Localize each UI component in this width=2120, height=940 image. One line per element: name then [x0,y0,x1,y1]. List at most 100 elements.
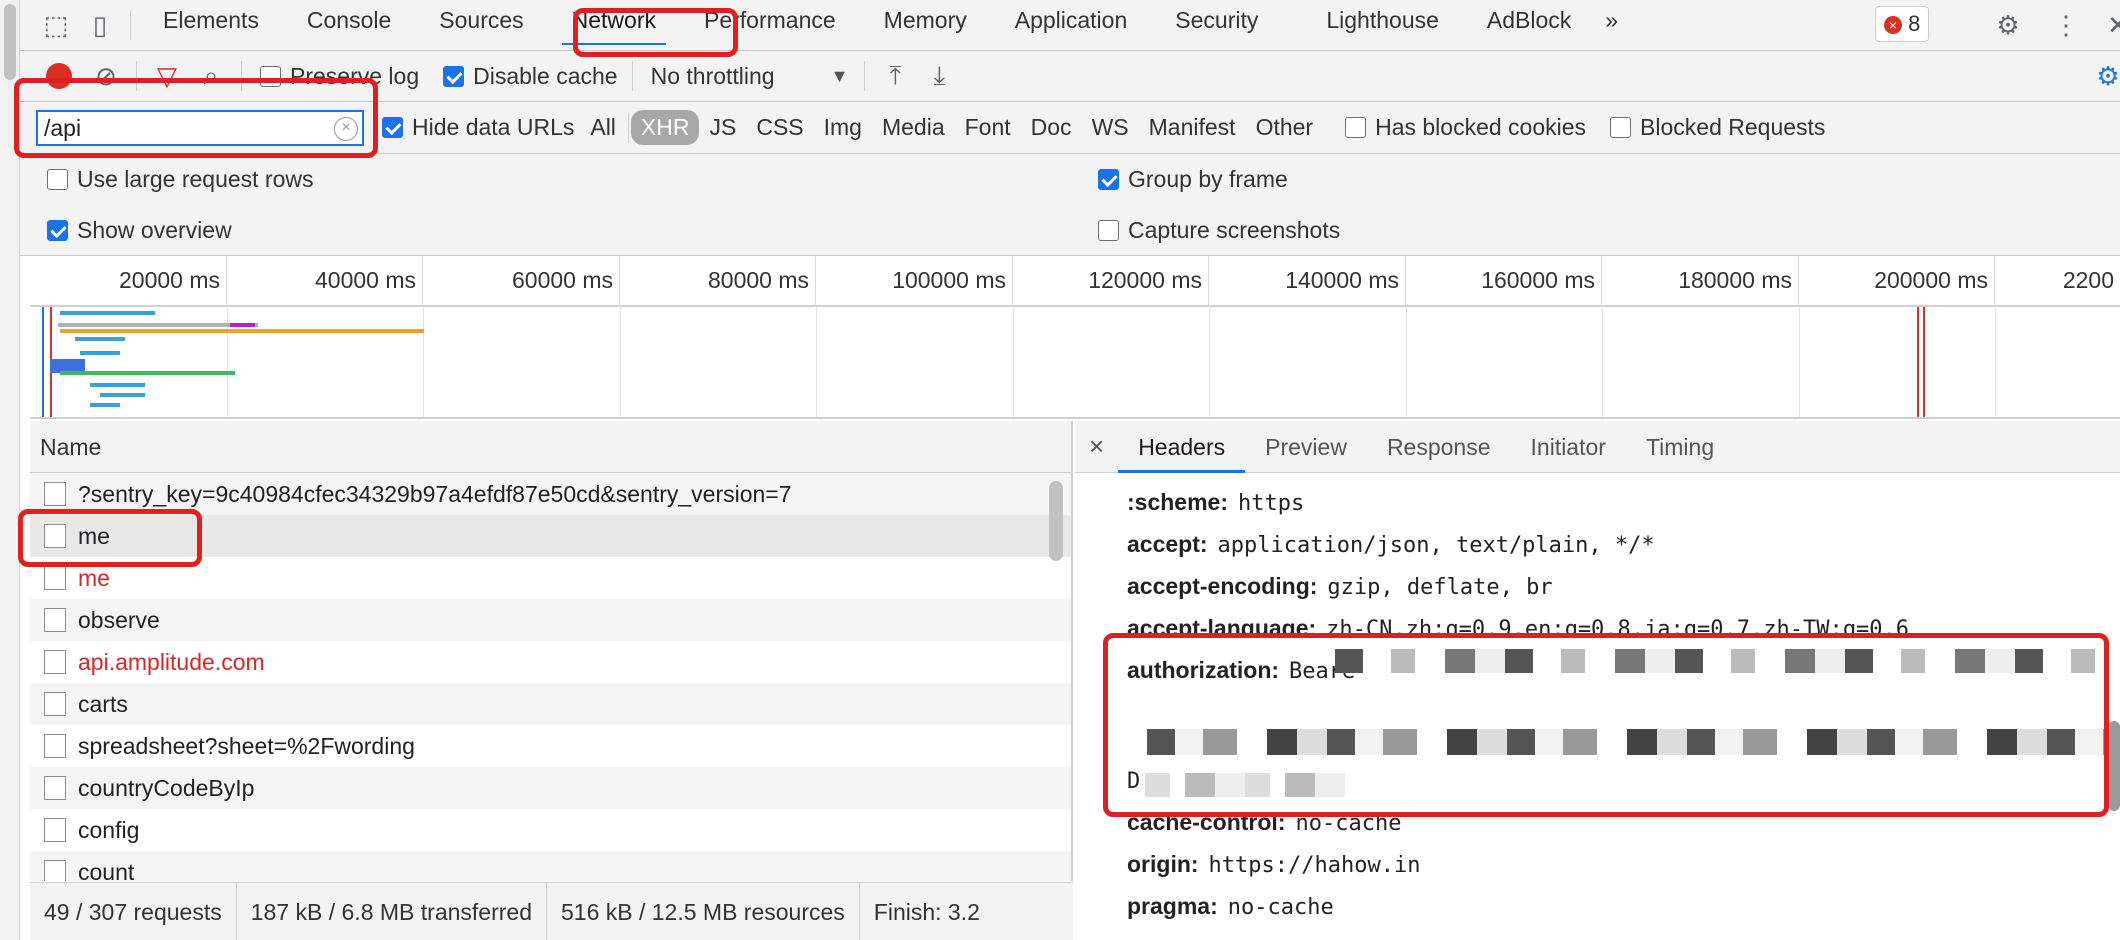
tab-adblock[interactable]: AdBlock [1463,0,1595,51]
left-scrollbar[interactable] [0,0,20,940]
header-value: application/json, text/plain, */* [1217,533,1655,558]
tab-response[interactable]: Response [1367,421,1511,473]
tab-application[interactable]: Application [991,0,1152,51]
request-name: ?sentry_key=9c40984cfec34329b97a4efdf87e… [78,481,792,507]
tab-performance[interactable]: Performance [680,0,860,51]
resource-icon [44,860,66,881]
filter-input[interactable]: /api [38,115,81,141]
filter-icon[interactable]: ▽ [145,54,189,98]
blocked-requests-checkbox[interactable]: Blocked Requests [1610,114,1825,141]
filter-img[interactable]: Img [814,114,872,141]
tab-security[interactable]: Security [1151,0,1282,51]
filter-js[interactable]: JS [699,114,746,141]
timeline-tick: 140000 ms [1209,256,1406,307]
filter-input-box[interactable]: /api × [36,109,364,146]
resource-icon [44,818,66,842]
clear-filter-icon[interactable]: × [334,116,358,141]
request-row[interactable]: carts [30,683,1071,725]
throttling-select[interactable]: No throttling [651,63,831,90]
checkbox[interactable] [1098,220,1119,241]
error-count: 8 [1908,11,1921,36]
timeline-tick: 40000 ms [227,256,423,307]
request-name: me [78,523,110,549]
filter-other[interactable]: Other [1246,114,1324,141]
checkbox[interactable] [47,169,68,190]
request-row[interactable]: config [30,809,1071,851]
group-by-frame-checkbox[interactable]: Group by frame [1098,166,1288,193]
request-row[interactable]: observe [30,599,1071,641]
preserve-log-checkbox[interactable]: Preserve log [260,63,419,90]
divider [627,112,629,143]
grid-line [1799,307,1800,417]
request-list-scrollbar[interactable] [1049,481,1063,561]
disable-cache-checkbox[interactable]: Disable cache [443,63,618,90]
tab-timing[interactable]: Timing [1626,421,1734,473]
tab-sources[interactable]: Sources [415,0,547,51]
scroll-thumb[interactable] [4,4,16,80]
request-row[interactable]: api.amplitude.com [30,641,1071,683]
network-settings-gear-icon[interactable]: ⚙ [2086,54,2120,98]
filter-doc[interactable]: Doc [1021,114,1082,141]
timeline-ruler[interactable]: 20000 ms 40000 ms 60000 ms 80000 ms 1000… [30,256,2120,307]
search-icon[interactable]: ⌕ [189,54,233,98]
tab-initiator[interactable]: Initiator [1511,421,1626,473]
finish-time: Finish: 3.2 [873,899,980,925]
tab-memory[interactable]: Memory [860,0,991,51]
column-header-name[interactable]: Name [30,421,1071,473]
has-blocked-cookies-checkbox[interactable]: Has blocked cookies [1345,114,1586,141]
export-har-icon[interactable]: ⤓ [917,54,961,98]
resource-icon [44,566,66,590]
request-row[interactable]: ?sentry_key=9c40984cfec34329b97a4efdf87e… [30,473,1071,515]
large-rows-checkbox[interactable]: Use large request rows [47,166,314,193]
filter-ws[interactable]: WS [1082,114,1139,141]
checkbox[interactable] [47,220,68,241]
tab-network[interactable]: Network [548,0,680,51]
checkbox[interactable] [1345,117,1367,138]
error-counter[interactable]: × 8 [1875,6,1930,42]
filter-manifest[interactable]: Manifest [1139,114,1246,141]
checkbox[interactable] [260,65,281,87]
inspect-element-icon[interactable]: ⬚ [34,3,78,47]
close-devtools-icon[interactable]: ✕ [2096,3,2120,47]
checkbox[interactable] [1610,117,1632,138]
record-button[interactable] [46,63,72,89]
status-bar: 49 / 307 requests 187 kB / 6.8 MB transf… [30,882,1073,940]
checkbox[interactable] [443,65,465,87]
more-options-icon[interactable]: ⋮ [2044,3,2088,47]
checkbox[interactable] [382,117,403,138]
request-row[interactable]: spreadsheet?sheet=%2Fwording [30,725,1071,767]
tab-headers[interactable]: Headers [1118,421,1246,473]
request-name: observe [78,607,160,633]
request-row[interactable]: countryCodeByIp [30,767,1071,809]
filter-font[interactable]: Font [955,114,1021,141]
network-overview[interactable] [30,307,2120,419]
request-name: count [78,859,135,881]
tab-elements[interactable]: Elements [139,0,283,51]
settings-gear-icon[interactable]: ⚙ [1986,3,2030,47]
more-tabs-button[interactable]: » [1595,0,1628,51]
chevron-down-icon[interactable]: ▼ [831,66,849,87]
import-har-icon[interactable]: ⤒ [873,54,917,98]
request-row[interactable]: count [30,851,1071,881]
filter-xhr[interactable]: XHR [630,110,700,145]
tab-preview[interactable]: Preview [1245,421,1367,473]
filter-all[interactable]: All [580,114,626,141]
show-overview-checkbox[interactable]: Show overview [47,217,232,244]
filter-css[interactable]: CSS [746,114,813,141]
tab-lighthouse[interactable]: Lighthouse [1302,0,1463,51]
header-value: no-cache [1295,811,1402,836]
filter-media[interactable]: Media [872,114,955,141]
checkbox[interactable] [1098,169,1119,190]
hide-data-urls-checkbox[interactable]: Hide data URLs [382,114,574,141]
token-tail: D [1075,759,1140,801]
request-row[interactable]: me [30,515,1071,557]
timeline-tick: 80000 ms [620,256,816,307]
capture-screenshots-checkbox[interactable]: Capture screenshots [1098,217,1340,244]
header-key: pragma: [1127,893,1218,919]
clear-icon[interactable]: ⊘ [84,54,128,98]
close-detail-icon[interactable]: × [1075,431,1118,462]
request-row[interactable]: me [30,557,1071,599]
device-toolbar-icon[interactable]: ▯ [78,3,122,47]
tab-console[interactable]: Console [283,0,415,51]
detail-scrollbar[interactable] [2108,721,2120,811]
